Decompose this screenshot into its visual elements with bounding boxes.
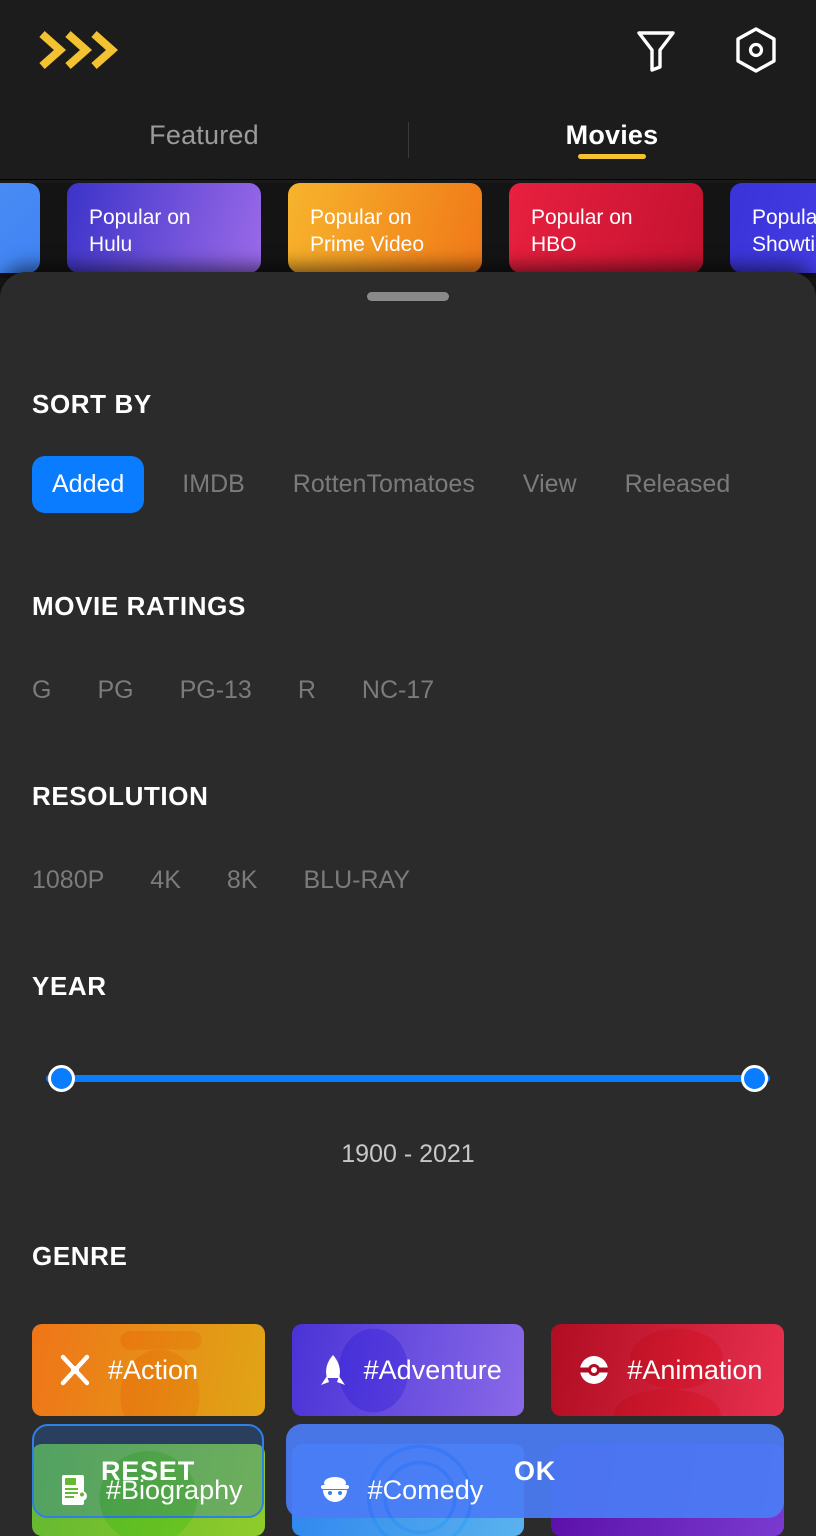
clown-mask-icon [318, 1474, 352, 1506]
genre-title: GENRE [32, 1241, 128, 1271]
genre-tile-animation[interactable]: #Animation [551, 1324, 784, 1416]
tab-movies-label: Movies [565, 120, 659, 150]
resolution-option-4k[interactable]: 4K [150, 866, 181, 895]
category-chip-strip[interactable]: Popular on Hulu Popular on Prime Video P… [0, 183, 816, 278]
settings-button[interactable] [732, 26, 780, 74]
sort-option-added[interactable]: Added [32, 456, 145, 513]
top-bar-actions [632, 26, 780, 74]
year-title: YEAR [32, 971, 107, 1001]
triple-chevron-logo [39, 31, 119, 69]
tab-bar: Featured Movies [0, 100, 816, 180]
drag-handle[interactable] [367, 292, 449, 301]
tab-movies[interactable]: Movies [408, 100, 816, 159]
year-slider-track[interactable] [46, 1075, 770, 1082]
bio-document-icon [58, 1473, 90, 1507]
year-slider-min-handle[interactable] [48, 1065, 75, 1092]
tab-featured-label: Featured [149, 120, 259, 150]
genre-tile-comedy[interactable]: #Comedy [291, 1444, 525, 1536]
genre-tile-biography[interactable]: #Biography [32, 1444, 265, 1536]
top-bar [0, 0, 816, 100]
filter-bottom-sheet: SORT BY Added IMDB RottenTomatoes View R… [0, 272, 816, 1536]
sort-option-rottentomatoes[interactable]: RottenTomatoes [293, 470, 475, 499]
rating-option-pg[interactable]: PG [97, 676, 133, 705]
pokeball-icon [577, 1353, 611, 1387]
genre-tile-action[interactable]: #Action [32, 1324, 265, 1416]
tab-featured[interactable]: Featured [0, 100, 408, 151]
category-chip[interactable]: Popular on Showtime [730, 183, 816, 273]
sort-by-options: Added IMDB RottenTomatoes View Released [32, 456, 784, 513]
sort-option-view[interactable]: View [523, 470, 577, 499]
year-slider-max-handle[interactable] [741, 1065, 768, 1092]
genre-label: #Adventure [363, 1354, 502, 1385]
movie-ratings-options: G PG PG-13 R NC-17 [32, 676, 784, 705]
genre-label: #Animation [627, 1354, 763, 1385]
category-chip[interactable] [0, 183, 40, 273]
filter-screen: Featured Movies Popular on Hulu Popular … [0, 0, 816, 1536]
genre-label: #Biography [106, 1474, 243, 1505]
year-range-slider[interactable] [32, 1058, 784, 1098]
movie-ratings-title: MOVIE RATINGS [32, 591, 246, 621]
genre-label: #Comedy [367, 1474, 484, 1505]
hexagon-nut-icon [736, 27, 776, 73]
resolution-option-8k[interactable]: 8K [227, 866, 258, 895]
category-chip[interactable]: Popular on HBO [509, 183, 703, 273]
filter-funnel-icon [637, 31, 675, 72]
sort-by-title: SORT BY [32, 389, 152, 419]
sort-option-released[interactable]: Released [625, 470, 731, 499]
resolution-options: 1080P 4K 8K BLU-RAY [32, 866, 784, 895]
rocket-icon [318, 1353, 348, 1387]
resolution-option-1080p[interactable]: 1080P [32, 866, 104, 895]
category-chip[interactable]: Popular on Hulu [67, 183, 261, 273]
genre-label: #Action [108, 1354, 199, 1385]
sort-option-imdb[interactable]: IMDB [182, 470, 245, 499]
genre-tile-adventure[interactable]: #Adventure [291, 1324, 525, 1416]
tab-active-underline [578, 154, 646, 159]
resolution-option-bluray[interactable]: BLU-RAY [303, 866, 410, 895]
rating-option-g[interactable]: G [32, 676, 51, 705]
rating-option-nc17[interactable]: NC-17 [362, 676, 434, 705]
crossed-swords-icon [58, 1353, 92, 1387]
resolution-title: RESOLUTION [32, 781, 209, 811]
rating-option-r[interactable]: R [298, 676, 316, 705]
filter-sheet-body: SORT BY Added IMDB RottenTomatoes View R… [0, 389, 816, 1536]
app-logo[interactable] [36, 26, 128, 74]
rating-option-pg13[interactable]: PG-13 [180, 676, 252, 705]
category-chip[interactable]: Popular on Prime Video [288, 183, 482, 273]
year-range-label: 1900 - 2021 [341, 1140, 475, 1168]
filter-button[interactable] [632, 26, 680, 74]
